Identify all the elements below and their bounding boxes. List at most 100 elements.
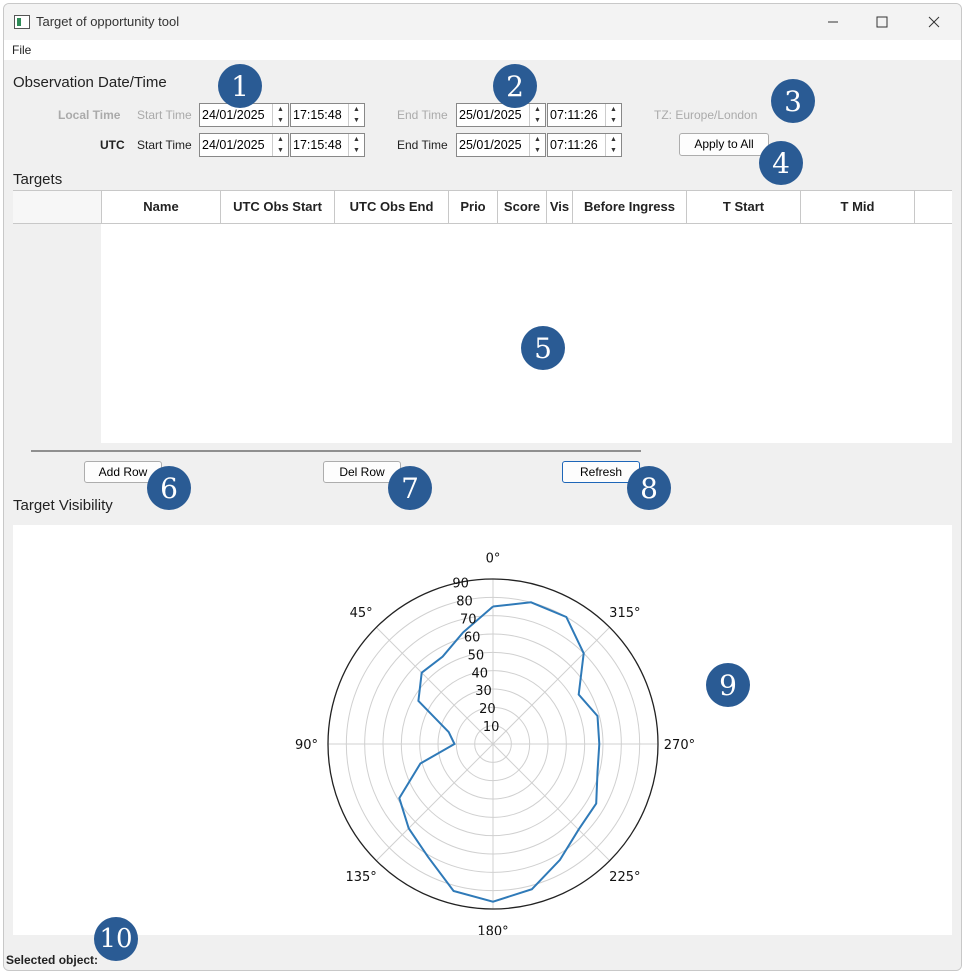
spin-arrows[interactable]: ▲ ▼	[348, 134, 364, 156]
column-header[interactable]: Vis	[547, 191, 573, 223]
utc-label: UTC	[100, 138, 125, 152]
spin-arrows[interactable]: ▲ ▼	[348, 104, 364, 126]
targets-section-title: Targets	[13, 171, 63, 188]
spin-up-icon: ▲	[534, 106, 541, 113]
spin-arrows[interactable]: ▲ ▼	[529, 134, 545, 156]
spin-up-icon: ▲	[353, 136, 360, 143]
close-icon	[928, 16, 940, 28]
corner-header[interactable]	[13, 191, 102, 223]
spin-up-icon: ▲	[534, 136, 541, 143]
angle-tick-label: 0°	[486, 552, 501, 567]
title-bar: Target of opportunity tool	[4, 4, 961, 40]
utc-end-time-label: End Time	[397, 138, 448, 152]
utc-start-date-input[interactable]: 24/01/2025 ▲ ▼	[199, 133, 289, 157]
angle-tick-label: 135°	[345, 870, 376, 885]
column-header[interactable]: Name	[102, 191, 221, 223]
radial-tick-label: 60	[464, 630, 481, 645]
callout-badge: 9	[706, 663, 750, 707]
angular-gridline	[492, 743, 611, 862]
utc-start-time-label: Start Time	[137, 138, 192, 152]
spin-up-icon: ▲	[277, 136, 284, 143]
column-header[interactable]: Before Ingress	[573, 191, 687, 223]
maximize-button[interactable]	[862, 10, 902, 34]
selected-object-label: Selected object:	[6, 953, 99, 967]
visibility-section-title: Target Visibility	[13, 497, 113, 514]
angle-tick-label: 270°	[664, 738, 695, 753]
spin-arrows[interactable]: ▲ ▼	[605, 134, 621, 156]
visibility-series-line	[398, 601, 601, 903]
spin-up-icon: ▲	[610, 106, 617, 113]
radial-tick-label: 80	[456, 595, 473, 610]
app-window: Target of opportunity tool File Observat…	[3, 3, 962, 971]
spin-down-icon: ▼	[534, 147, 541, 154]
radial-tick-label: 30	[475, 684, 492, 699]
spin-arrows[interactable]: ▲ ▼	[272, 104, 288, 126]
utc-start-time-input[interactable]: 17:15:48 ▲ ▼	[290, 133, 365, 157]
local-end-time-label: End Time	[397, 108, 448, 122]
column-header[interactable]: T Start	[687, 191, 801, 223]
spin-arrows[interactable]: ▲ ▼	[272, 134, 288, 156]
column-header[interactable]: UTC Obs Start	[221, 191, 335, 223]
callout-badge: 2	[493, 64, 537, 108]
polar-chart: 0° 45° 90° 135° 180° 225° 270° 315° 10 20 30 40 50 60…	[295, 552, 695, 940]
callout-badge: 3	[771, 79, 815, 123]
status-bar: Selected object:	[4, 946, 961, 970]
angle-tick-label: 90°	[295, 738, 318, 753]
apply-to-all-button[interactable]: Apply to All	[679, 133, 769, 156]
spin-down-icon: ▼	[610, 147, 617, 154]
minimize-icon	[828, 21, 838, 23]
local-start-time-label: Start Time	[137, 108, 192, 122]
app-icon	[14, 15, 30, 29]
angle-tick-label: 225°	[609, 870, 640, 885]
column-header[interactable]: T Mid	[801, 191, 915, 223]
callout-badge: 8	[627, 466, 671, 510]
menu-bar: File	[4, 40, 961, 60]
spin-up-icon: ▲	[277, 106, 284, 113]
angular-gridline	[492, 626, 611, 745]
local-time-label: Local Time	[58, 108, 121, 122]
observation-section-title: Observation Date/Time	[13, 74, 167, 91]
radial-tick-label: 20	[479, 702, 496, 717]
horizontal-scrollbar[interactable]	[31, 450, 641, 452]
column-header[interactable]: Prio	[449, 191, 498, 223]
spin-down-icon: ▼	[353, 147, 360, 154]
callout-badge: 7	[388, 466, 432, 510]
spin-down-icon: ▼	[534, 117, 541, 124]
minimize-button[interactable]	[813, 10, 853, 34]
spin-up-icon: ▲	[353, 106, 360, 113]
callout-badge: 1	[218, 64, 262, 108]
spin-down-icon: ▼	[277, 117, 284, 124]
row-header-column	[13, 190, 101, 443]
local-start-time-input[interactable]: 17:15:48 ▲ ▼	[290, 103, 365, 127]
radial-tick-label: 90	[452, 577, 469, 592]
window-title: Target of opportunity tool	[36, 14, 180, 29]
callout-badge: 10	[94, 917, 138, 961]
angle-tick-label: 180°	[477, 924, 508, 935]
local-end-date-input[interactable]: 25/01/2025 ▲ ▼	[456, 103, 546, 127]
local-end-time-input[interactable]: 07:11:26 ▲ ▼	[547, 103, 622, 127]
angle-tick-label: 45°	[350, 606, 373, 621]
visibility-plot-area: 0° 45° 90° 135° 180° 225° 270° 315° 10 20 30 40 50 60…	[13, 525, 952, 940]
targets-table[interactable]: Name UTC Obs Start UTC Obs End Prio Scor…	[13, 190, 952, 443]
radial-tick-label: 50	[468, 648, 485, 663]
table-header: Name UTC Obs Start UTC Obs End Prio Scor…	[13, 190, 952, 224]
spin-arrows[interactable]: ▲ ▼	[605, 104, 621, 126]
spin-down-icon: ▼	[353, 117, 360, 124]
radial-tick-label: 70	[460, 612, 477, 627]
spin-down-icon: ▼	[610, 117, 617, 124]
spin-arrows[interactable]: ▲ ▼	[529, 104, 545, 126]
callout-badge: 6	[147, 466, 191, 510]
radial-tick-label: 40	[471, 666, 488, 681]
timezone-label: TZ: Europe/London	[654, 108, 758, 122]
spin-down-icon: ▼	[277, 147, 284, 154]
maximize-icon	[876, 16, 888, 28]
menu-file[interactable]: File	[12, 43, 31, 57]
spin-up-icon: ▲	[610, 136, 617, 143]
column-header[interactable]: Score	[498, 191, 547, 223]
utc-end-time-input[interactable]: 07:11:26 ▲ ▼	[547, 133, 622, 157]
callout-badge: 4	[759, 141, 803, 185]
utc-end-date-input[interactable]: 25/01/2025 ▲ ▼	[456, 133, 546, 157]
angle-tick-label: 315°	[609, 606, 640, 621]
close-button[interactable]	[914, 10, 954, 34]
column-header[interactable]: UTC Obs End	[335, 191, 449, 223]
